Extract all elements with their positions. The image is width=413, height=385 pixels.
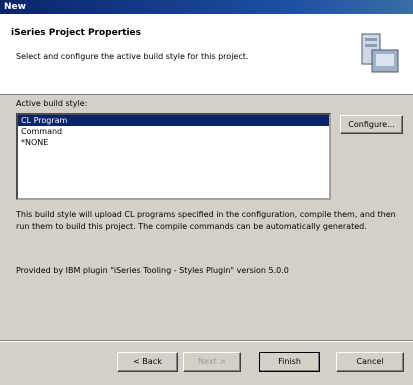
window-titlebar: New <box>0 0 413 14</box>
finish-button[interactable]: Finish <box>259 352 320 372</box>
list-item-none[interactable]: *NONE <box>18 137 329 148</box>
wizard-header: iSeries Project Properties Select and co… <box>0 14 413 95</box>
build-style-label: Active build style: <box>16 99 88 108</box>
build-style-description: This build style will upload CL programs… <box>16 210 396 231</box>
back-button[interactable]: < Back <box>117 352 178 372</box>
button-separator <box>0 340 413 342</box>
next-button[interactable]: Next > <box>183 352 241 372</box>
cancel-button[interactable]: Cancel <box>336 352 404 372</box>
window-title: New <box>4 2 26 12</box>
build-style-list[interactable]: CL Program Command *NONE <box>16 113 331 200</box>
project-wizard-icon <box>361 33 399 73</box>
page-description: Select and configure the active build st… <box>16 52 249 61</box>
provided-by-text: Provided by IBM plugin "iSeries Tooling … <box>16 266 289 275</box>
list-item-cl-program[interactable]: CL Program <box>18 115 329 126</box>
configure-button[interactable]: Configure... <box>340 115 403 134</box>
page-title: iSeries Project Properties <box>11 28 142 38</box>
list-item-command[interactable]: Command <box>18 126 329 137</box>
